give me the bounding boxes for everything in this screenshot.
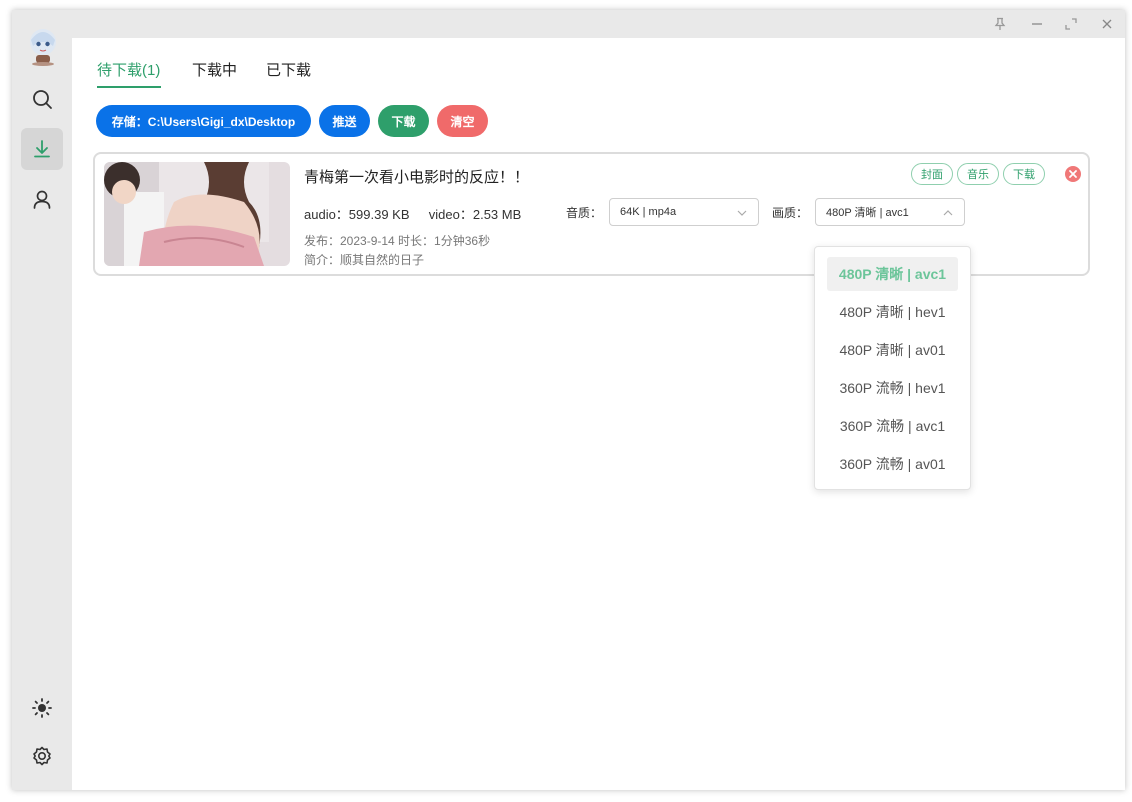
- tab-downloading[interactable]: 下载中: [192, 59, 237, 80]
- pin-icon: [994, 17, 1006, 30]
- audio-quality-value: 64K | mp4a: [620, 206, 677, 218]
- quality-option[interactable]: 480P 清晰 | avc1: [827, 257, 958, 291]
- video-quality-dropdown: 480P 清晰 | avc1 480P 清晰 | hev1 480P 清晰 | …: [814, 246, 971, 490]
- chevron-down-icon: [737, 210, 747, 216]
- nav-download[interactable]: [21, 128, 63, 170]
- download-icon: [34, 140, 50, 158]
- music-tag-button[interactable]: 音乐: [957, 163, 999, 185]
- theme-toggle[interactable]: [21, 687, 63, 729]
- sun-icon: [32, 698, 52, 718]
- title-bar: [72, 10, 1125, 38]
- remove-item-button[interactable]: [1064, 165, 1082, 188]
- audio-quality-label: 音质：: [566, 206, 603, 220]
- close-icon: [1102, 19, 1112, 29]
- minimize-button[interactable]: [1028, 15, 1046, 33]
- minimize-icon: [1032, 23, 1042, 25]
- audio-size: audio：599.39 KB: [304, 207, 410, 222]
- maximize-button[interactable]: [1062, 15, 1080, 33]
- size-info: audio：599.39 KB video：2.53 MB: [304, 204, 521, 223]
- push-button[interactable]: 推送: [319, 105, 370, 137]
- quality-option[interactable]: 480P 清晰 | av01: [827, 333, 958, 367]
- close-window-button[interactable]: [1098, 15, 1116, 33]
- quality-option[interactable]: 360P 流畅 | av01: [827, 447, 958, 481]
- video-size: video：2.53 MB: [428, 207, 522, 222]
- search-icon: [33, 90, 52, 109]
- nav-user[interactable]: [21, 178, 63, 220]
- sidebar: [12, 10, 72, 790]
- storage-path-button[interactable]: 存储：C:\Users\Gigi_dx\Desktop: [96, 105, 311, 137]
- audio-quality-select[interactable]: 64K | mp4a: [609, 198, 759, 226]
- tab-pending[interactable]: 待下载(1): [97, 59, 160, 80]
- pin-button[interactable]: [991, 15, 1009, 33]
- settings-button[interactable]: [21, 735, 63, 777]
- expand-icon: [1065, 18, 1077, 30]
- tab-active-indicator: [97, 86, 161, 88]
- video-quality-label: 画质：: [772, 206, 809, 220]
- video-quality-value: 480P 清晰 | avc1: [826, 207, 909, 219]
- intro-info: 简介：顺其自然的日子: [304, 253, 425, 267]
- quality-option[interactable]: 480P 清晰 | hev1: [827, 295, 958, 329]
- cover-tag-button[interactable]: 封面: [911, 163, 953, 185]
- tab-downloaded[interactable]: 已下载: [266, 59, 311, 80]
- nav-search[interactable]: [21, 78, 63, 120]
- quality-option[interactable]: 360P 流畅 | hev1: [827, 371, 958, 405]
- main-panel: 待下载(1) 下载中 已下载 存储：C:\Users\Gigi_dx\Deskt…: [72, 38, 1125, 790]
- gear-icon: [33, 746, 51, 766]
- download-tag-button[interactable]: 下载: [1003, 163, 1045, 185]
- avatar[interactable]: [26, 26, 60, 66]
- video-thumbnail[interactable]: [104, 162, 290, 266]
- chevron-up-icon: [943, 210, 953, 216]
- app-window: 待下载(1) 下载中 已下载 存储：C:\Users\Gigi_dx\Deskt…: [12, 10, 1125, 790]
- close-circle-icon: [1065, 166, 1081, 182]
- clear-button[interactable]: 清空: [437, 105, 488, 137]
- quality-option[interactable]: 360P 流畅 | avc1: [827, 409, 958, 443]
- video-quality-select[interactable]: 480P 清晰 | avc1: [815, 198, 965, 226]
- user-icon: [33, 190, 51, 209]
- publish-info: 发布：2023-9-14 时长：1分钟36秒: [304, 234, 491, 248]
- video-title: 青梅第一次看小电影时的反应！！: [304, 169, 530, 186]
- download-all-button[interactable]: 下载: [378, 105, 429, 137]
